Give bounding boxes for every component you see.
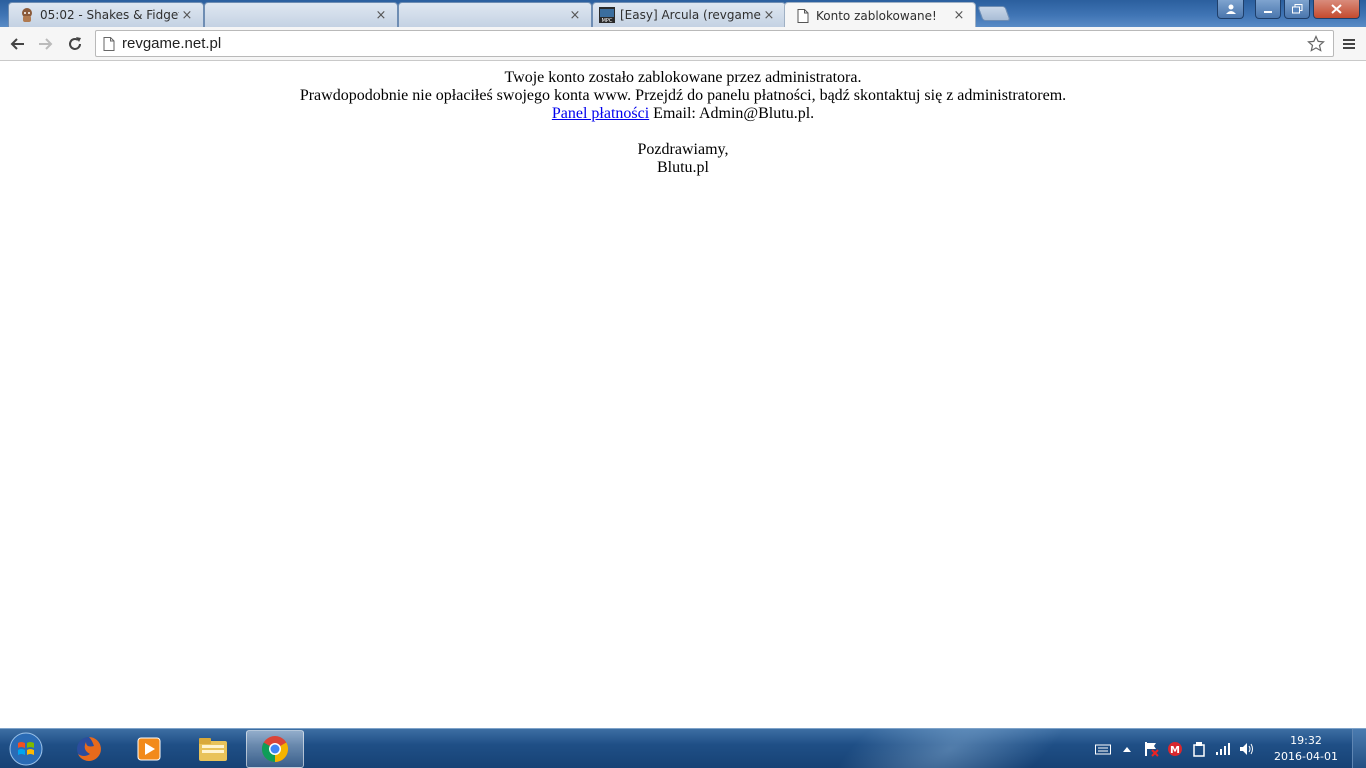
system-tray: M (1095, 729, 1255, 768)
tab-title: Konto zablokowane! (816, 8, 937, 23)
minimize-button[interactable] (1255, 0, 1281, 19)
mega-icon[interactable]: M (1167, 741, 1183, 757)
tab-close-icon[interactable]: × (761, 8, 777, 23)
media-player-icon[interactable] (120, 730, 178, 768)
signature: Blutu.pl (656, 159, 709, 176)
chrome-icon[interactable] (246, 730, 304, 768)
tab-close-icon[interactable]: × (373, 8, 389, 23)
show-hidden-icons-icon[interactable] (1119, 741, 1135, 757)
start-button[interactable] (4, 731, 48, 767)
back-button[interactable] (5, 32, 29, 56)
close-window-button[interactable] (1313, 0, 1360, 19)
volume-icon[interactable] (1239, 741, 1255, 757)
reload-button[interactable] (63, 32, 87, 56)
svg-text:MPC: MPC (602, 18, 613, 23)
address-bar[interactable] (95, 30, 1334, 57)
firefox-icon[interactable] (60, 730, 118, 768)
contact-line: Panel płatności Email: Admin@Blutu.pl. (0, 105, 1366, 123)
shakes-fidget-favicon (19, 7, 35, 23)
page-content: Twoje konto zostało zablokowane przez ad… (0, 62, 1366, 728)
tab-arcula[interactable]: MPC [Easy] Arcula (revgame.net × (592, 2, 786, 27)
windows-taskbar: M 19:32 2016-04-01 (0, 728, 1366, 768)
payment-notice: Prawdopodobnie nie opłaciłeś swojego kon… (299, 87, 1067, 104)
usb-device-icon[interactable] (1191, 741, 1207, 757)
email-text: Email: Admin@Blutu.pl. (649, 105, 815, 122)
arrow-left-icon (10, 38, 24, 50)
forward-button[interactable] (34, 32, 58, 56)
tab-close-icon[interactable]: × (951, 8, 967, 23)
clock-time: 19:32 (1290, 734, 1322, 747)
action-center-icon[interactable] (1143, 741, 1159, 757)
restore-button[interactable] (1284, 0, 1310, 19)
browser-tabstrip: 05:02 - Shakes & Fidget × × × MPC [Easy]… (0, 0, 1366, 27)
tab-blank-1[interactable]: × (204, 2, 398, 27)
show-desktop-button[interactable] (1352, 729, 1366, 768)
browser-toolbar (0, 27, 1366, 61)
tab-blank-favicon (215, 7, 231, 23)
keyboard-icon[interactable] (1095, 741, 1111, 757)
mpc-favicon: MPC (599, 7, 615, 23)
network-signal-icon[interactable] (1215, 741, 1231, 757)
payment-panel-link[interactable]: Panel płatności (552, 105, 649, 122)
tab-blank-favicon (409, 7, 425, 23)
tab-blank-2[interactable]: × (398, 2, 592, 27)
svg-text:M: M (1170, 745, 1180, 756)
tab-close-icon[interactable]: × (179, 8, 195, 23)
chrome-menu-button[interactable] (1338, 32, 1360, 56)
page-icon (795, 8, 811, 24)
url-input[interactable] (122, 35, 1333, 52)
tab-title: 05:02 - Shakes & Fidget (40, 8, 179, 22)
system-clock[interactable]: 19:32 2016-04-01 (1270, 733, 1342, 765)
tab-shakes-fidget[interactable]: 05:02 - Shakes & Fidget × (8, 2, 204, 27)
window-controls (1217, 0, 1360, 19)
blocked-message: Twoje konto zostało zablokowane przez ad… (504, 69, 862, 86)
bookmark-star-icon[interactable] (1307, 35, 1325, 58)
tab-konto-zablokowane[interactable]: Konto zablokowane! × (784, 2, 976, 27)
hamburger-menu-icon (1343, 39, 1355, 49)
file-explorer-icon[interactable] (184, 730, 242, 768)
greeting: Pozdrawiamy, (637, 141, 729, 158)
reload-icon (69, 37, 81, 50)
tab-close-icon[interactable]: × (567, 8, 583, 23)
page-icon (103, 36, 115, 51)
new-tab-button[interactable] (977, 6, 1011, 21)
user-icon[interactable] (1217, 0, 1244, 19)
arrow-right-icon (39, 38, 53, 50)
tab-title: [Easy] Arcula (revgame.net (620, 8, 761, 22)
windows-logo-icon (9, 732, 43, 766)
clock-date: 2016-04-01 (1274, 750, 1338, 763)
